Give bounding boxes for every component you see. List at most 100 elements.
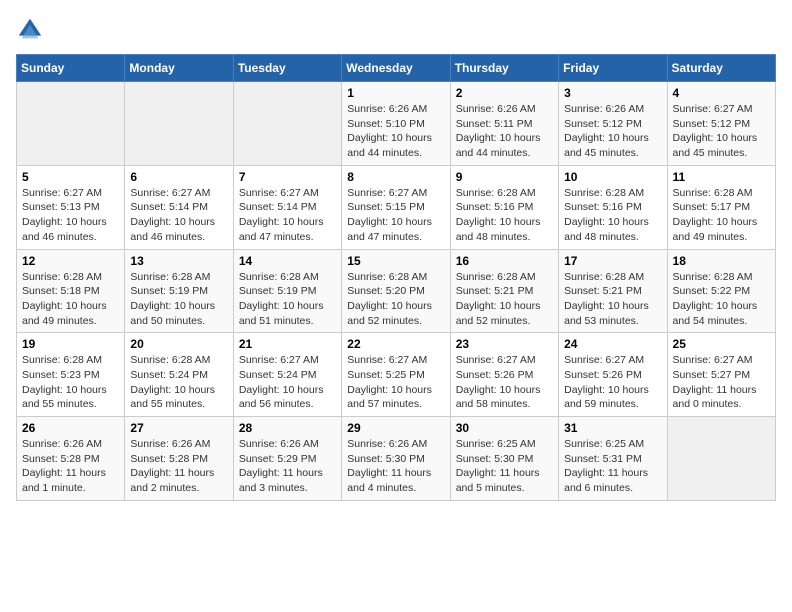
day-number: 12 [22,254,119,268]
day-info: Sunrise: 6:26 AM Sunset: 5:28 PM Dayligh… [22,437,119,496]
calendar-day-cell: 6 Sunrise: 6:27 AM Sunset: 5:14 PM Daylig… [125,165,233,249]
calendar-week-row: 12 Sunrise: 6:28 AM Sunset: 5:18 PM Dayli… [17,249,776,333]
day-info: Sunrise: 6:26 AM Sunset: 5:10 PM Dayligh… [347,102,444,161]
page-header [16,16,776,44]
weekday-header: Thursday [450,55,558,82]
day-number: 9 [456,170,553,184]
day-number: 13 [130,254,227,268]
calendar-week-row: 19 Sunrise: 6:28 AM Sunset: 5:23 PM Dayli… [17,333,776,417]
weekday-header: Monday [125,55,233,82]
day-number: 3 [564,86,661,100]
calendar-day-cell [667,417,775,501]
day-number: 14 [239,254,336,268]
calendar-day-cell: 1Sunrise: 6:26 AM Sunset: 5:10 PM Daylig… [342,82,450,166]
calendar-day-cell: 30 Sunrise: 6:25 AM Sunset: 5:30 PM Dayli… [450,417,558,501]
day-number: 26 [22,421,119,435]
day-info: Sunrise: 6:25 AM Sunset: 5:30 PM Dayligh… [456,437,553,496]
calendar-day-cell: 13 Sunrise: 6:28 AM Sunset: 5:19 PM Dayli… [125,249,233,333]
calendar-day-cell: 20Sunrise: 6:28 AM Sunset: 5:24 PM Dayli… [125,333,233,417]
day-number: 18 [673,254,770,268]
day-number: 4 [673,86,770,100]
calendar-week-row: 26 Sunrise: 6:26 AM Sunset: 5:28 PM Dayli… [17,417,776,501]
day-number: 29 [347,421,444,435]
calendar-day-cell [17,82,125,166]
day-info: Sunrise: 6:26 AM Sunset: 5:30 PM Dayligh… [347,437,444,496]
day-number: 16 [456,254,553,268]
calendar-day-cell [233,82,341,166]
calendar-day-cell [125,82,233,166]
day-info: Sunrise: 6:28 AM Sunset: 5:21 PM Dayligh… [564,270,661,329]
day-number: 8 [347,170,444,184]
day-info: Sunrise: 6:27 AM Sunset: 5:12 PM Dayligh… [673,102,770,161]
day-info: Sunrise: 6:28 AM Sunset: 5:21 PM Dayligh… [456,270,553,329]
calendar-day-cell: 27 Sunrise: 6:26 AM Sunset: 5:28 PM Dayli… [125,417,233,501]
day-info: Sunrise: 6:27 AM Sunset: 5:14 PM Dayligh… [130,186,227,245]
calendar-day-cell: 15 Sunrise: 6:28 AM Sunset: 5:20 PM Dayli… [342,249,450,333]
day-number: 24 [564,337,661,351]
weekday-header: Tuesday [233,55,341,82]
day-info: Sunrise: 6:28 AM Sunset: 5:23 PM Dayligh… [22,353,119,412]
day-number: 6 [130,170,227,184]
weekday-header: Sunday [17,55,125,82]
calendar-day-cell: 25 Sunrise: 6:27 AM Sunset: 5:27 PM Dayli… [667,333,775,417]
day-info: Sunrise: 6:27 AM Sunset: 5:27 PM Dayligh… [673,353,770,412]
calendar-day-cell: 31Sunrise: 6:25 AM Sunset: 5:31 PM Dayli… [559,417,667,501]
calendar-day-cell: 7Sunrise: 6:27 AM Sunset: 5:14 PM Daylig… [233,165,341,249]
calendar-day-cell: 17Sunrise: 6:28 AM Sunset: 5:21 PM Dayli… [559,249,667,333]
calendar-day-cell: 22 Sunrise: 6:27 AM Sunset: 5:25 PM Dayli… [342,333,450,417]
day-number: 5 [22,170,119,184]
calendar-day-cell: 2Sunrise: 6:26 AM Sunset: 5:11 PM Daylig… [450,82,558,166]
day-number: 30 [456,421,553,435]
calendar-day-cell: 5 Sunrise: 6:27 AM Sunset: 5:13 PM Daylig… [17,165,125,249]
calendar-header: SundayMondayTuesdayWednesdayThursdayFrid… [17,55,776,82]
day-info: Sunrise: 6:27 AM Sunset: 5:26 PM Dayligh… [456,353,553,412]
day-number: 31 [564,421,661,435]
day-info: Sunrise: 6:28 AM Sunset: 5:19 PM Dayligh… [239,270,336,329]
day-number: 25 [673,337,770,351]
calendar-day-cell: 18 Sunrise: 6:28 AM Sunset: 5:22 PM Dayli… [667,249,775,333]
day-info: Sunrise: 6:28 AM Sunset: 5:19 PM Dayligh… [130,270,227,329]
calendar-day-cell: 29 Sunrise: 6:26 AM Sunset: 5:30 PM Dayli… [342,417,450,501]
calendar-day-cell: 8 Sunrise: 6:27 AM Sunset: 5:15 PM Daylig… [342,165,450,249]
day-info: Sunrise: 6:27 AM Sunset: 5:25 PM Dayligh… [347,353,444,412]
day-number: 15 [347,254,444,268]
day-info: Sunrise: 6:26 AM Sunset: 5:28 PM Dayligh… [130,437,227,496]
calendar-day-cell: 24 Sunrise: 6:27 AM Sunset: 5:26 PM Dayli… [559,333,667,417]
calendar-week-row: 5 Sunrise: 6:27 AM Sunset: 5:13 PM Daylig… [17,165,776,249]
day-info: Sunrise: 6:28 AM Sunset: 5:18 PM Dayligh… [22,270,119,329]
day-number: 10 [564,170,661,184]
calendar-week-row: 1Sunrise: 6:26 AM Sunset: 5:10 PM Daylig… [17,82,776,166]
weekday-header: Saturday [667,55,775,82]
calendar-table: SundayMondayTuesdayWednesdayThursdayFrid… [16,54,776,501]
day-info: Sunrise: 6:26 AM Sunset: 5:12 PM Dayligh… [564,102,661,161]
day-info: Sunrise: 6:27 AM Sunset: 5:15 PM Dayligh… [347,186,444,245]
day-number: 7 [239,170,336,184]
calendar-day-cell: 16 Sunrise: 6:28 AM Sunset: 5:21 PM Dayli… [450,249,558,333]
day-info: Sunrise: 6:27 AM Sunset: 5:24 PM Dayligh… [239,353,336,412]
day-number: 22 [347,337,444,351]
calendar-day-cell: 28 Sunrise: 6:26 AM Sunset: 5:29 PM Dayli… [233,417,341,501]
day-number: 20 [130,337,227,351]
day-info: Sunrise: 6:28 AM Sunset: 5:22 PM Dayligh… [673,270,770,329]
calendar-day-cell: 26 Sunrise: 6:26 AM Sunset: 5:28 PM Dayli… [17,417,125,501]
calendar-day-cell: 9Sunrise: 6:28 AM Sunset: 5:16 PM Daylig… [450,165,558,249]
calendar-day-cell: 23 Sunrise: 6:27 AM Sunset: 5:26 PM Dayli… [450,333,558,417]
calendar-day-cell: 11Sunrise: 6:28 AM Sunset: 5:17 PM Dayli… [667,165,775,249]
calendar-body: 1Sunrise: 6:26 AM Sunset: 5:10 PM Daylig… [17,82,776,501]
day-info: Sunrise: 6:27 AM Sunset: 5:26 PM Dayligh… [564,353,661,412]
day-info: Sunrise: 6:26 AM Sunset: 5:29 PM Dayligh… [239,437,336,496]
day-info: Sunrise: 6:28 AM Sunset: 5:20 PM Dayligh… [347,270,444,329]
day-number: 19 [22,337,119,351]
calendar-day-cell: 12 Sunrise: 6:28 AM Sunset: 5:18 PM Dayli… [17,249,125,333]
day-number: 28 [239,421,336,435]
calendar-day-cell: 19 Sunrise: 6:28 AM Sunset: 5:23 PM Dayli… [17,333,125,417]
logo [16,16,48,44]
weekday-header: Wednesday [342,55,450,82]
calendar-day-cell: 21Sunrise: 6:27 AM Sunset: 5:24 PM Dayli… [233,333,341,417]
calendar-day-cell: 14 Sunrise: 6:28 AM Sunset: 5:19 PM Dayli… [233,249,341,333]
calendar-day-cell: 3 Sunrise: 6:26 AM Sunset: 5:12 PM Daylig… [559,82,667,166]
day-number: 27 [130,421,227,435]
calendar-day-cell: 4 Sunrise: 6:27 AM Sunset: 5:12 PM Daylig… [667,82,775,166]
day-info: Sunrise: 6:27 AM Sunset: 5:13 PM Dayligh… [22,186,119,245]
day-number: 23 [456,337,553,351]
